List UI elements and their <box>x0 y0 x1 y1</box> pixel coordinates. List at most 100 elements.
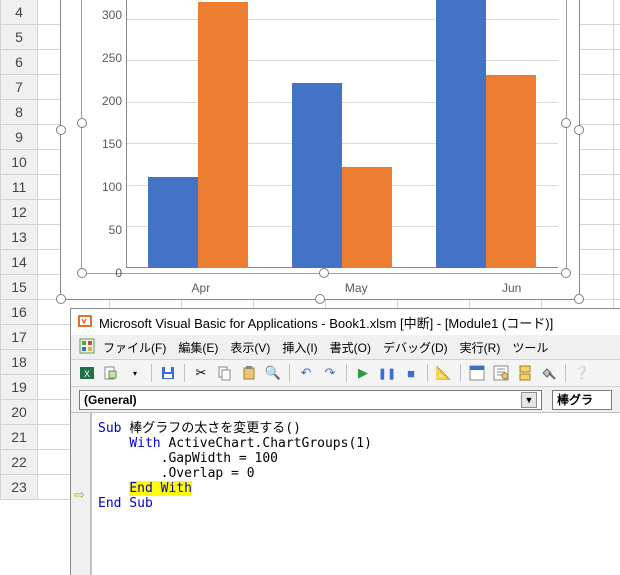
plot-handle[interactable] <box>319 268 329 278</box>
find-icon[interactable]: 🔍 <box>263 363 283 383</box>
object-dropdown-value: (General) <box>84 393 137 407</box>
menu-format[interactable]: 書式(O) <box>326 337 375 358</box>
menu-insert[interactable]: 挿入(I) <box>278 337 321 358</box>
plot-handle[interactable] <box>561 268 571 278</box>
resize-handle[interactable] <box>315 294 325 304</box>
bars-layer <box>126 0 558 268</box>
bar-group[interactable] <box>292 0 393 268</box>
code-text: 棒グラフの太さを変更する() <box>121 421 300 436</box>
plot-handle[interactable] <box>561 118 571 128</box>
row-header[interactable]: 13 <box>0 225 38 250</box>
bar-group[interactable] <box>436 0 537 268</box>
row-header[interactable]: 5 <box>0 25 38 50</box>
plot-handle[interactable] <box>77 118 87 128</box>
dropdown-arrow-icon[interactable]: ▼ <box>521 392 537 408</box>
y-tick-label: 200 <box>88 94 122 108</box>
bar[interactable] <box>148 177 198 268</box>
toolbox-icon[interactable] <box>539 363 559 383</box>
bar[interactable] <box>292 83 342 268</box>
project-explorer-icon[interactable] <box>467 363 487 383</box>
x-tick-label: Apr <box>192 281 211 295</box>
bar[interactable] <box>486 75 536 268</box>
vbe-toolbar: X ▾ ✂ 🔍 ↶ ↷ ▶ ❚❚ ■ 📐 ❔ <box>71 359 620 387</box>
vbe-window[interactable]: Microsoft Visual Basic for Applications … <box>70 308 620 575</box>
redo-icon[interactable]: ↷ <box>320 363 340 383</box>
row-header[interactable]: 21 <box>0 425 38 450</box>
row-header[interactable]: 9 <box>0 125 38 150</box>
row-header[interactable]: 10 <box>0 150 38 175</box>
run-icon[interactable]: ▶ <box>353 363 373 383</box>
toolbar-separator <box>151 364 152 382</box>
code-gutter[interactable]: ⇨ <box>71 413 91 575</box>
row-header[interactable]: 22 <box>0 450 38 475</box>
y-tick-label: 300 <box>88 8 122 22</box>
row-header[interactable]: 7 <box>0 75 38 100</box>
reset-icon[interactable]: ■ <box>401 363 421 383</box>
menu-run[interactable]: 実行(R) <box>456 337 505 358</box>
code-text: .GapWidth = 100 <box>98 451 278 466</box>
vbe-designer-icon[interactable] <box>79 338 95 357</box>
copy-icon[interactable] <box>215 363 235 383</box>
row-header-column: 4 5 6 7 8 9 10 11 12 13 14 15 16 17 18 1… <box>0 0 38 500</box>
vbe-menubar: ファイル(F) 編集(E) 表示(V) 挿入(I) 書式(O) デバッグ(D) … <box>71 335 620 359</box>
bar[interactable] <box>436 0 486 268</box>
toolbar-separator <box>460 364 461 382</box>
resize-handle[interactable] <box>56 125 66 135</box>
resize-handle[interactable] <box>56 294 66 304</box>
plot-handle[interactable] <box>77 268 87 278</box>
resize-handle[interactable] <box>574 125 584 135</box>
row-header[interactable]: 15 <box>0 275 38 300</box>
procedure-dropdown[interactable]: 棒グラ <box>552 390 612 410</box>
bar-group[interactable] <box>148 0 249 268</box>
keyword-highlighted: End With <box>129 481 192 496</box>
bar[interactable] <box>342 167 392 268</box>
row-header[interactable]: 18 <box>0 350 38 375</box>
execution-pointer-icon: ⇨ <box>74 487 85 503</box>
object-dropdown[interactable]: (General) ▼ <box>79 390 542 410</box>
chart-object[interactable]: 0 50 100 150 200 250 300 350 Apr May Jun <box>60 0 580 300</box>
y-tick-label: 100 <box>88 180 122 194</box>
paste-icon[interactable] <box>239 363 259 383</box>
y-tick-label: 250 <box>88 51 122 65</box>
code-editor[interactable]: Sub 棒グラフの太さを変更する() With ActiveChart.Char… <box>91 413 620 575</box>
design-mode-icon[interactable]: 📐 <box>434 363 454 383</box>
row-header[interactable]: 23 <box>0 475 38 500</box>
y-tick-label: 150 <box>88 137 122 151</box>
plot-area[interactable]: 0 50 100 150 200 250 300 350 <box>81 0 567 274</box>
x-tick-label: Jun <box>502 281 521 295</box>
toolbar-separator <box>427 364 428 382</box>
row-header[interactable]: 12 <box>0 200 38 225</box>
menu-file[interactable]: ファイル(F) <box>99 337 170 358</box>
toolbar-separator <box>346 364 347 382</box>
menu-debug[interactable]: デバッグ(D) <box>379 337 452 358</box>
procedure-dropdown-value: 棒グラ <box>557 391 593 408</box>
bar[interactable] <box>198 2 248 268</box>
row-header[interactable]: 11 <box>0 175 38 200</box>
row-header[interactable]: 19 <box>0 375 38 400</box>
menu-tool[interactable]: ツール <box>508 337 552 358</box>
break-icon[interactable]: ❚❚ <box>377 363 397 383</box>
x-tick-label: May <box>345 281 368 295</box>
save-icon[interactable] <box>158 363 178 383</box>
cut-icon[interactable]: ✂ <box>191 363 211 383</box>
help-icon[interactable]: ❔ <box>572 363 592 383</box>
row-header[interactable]: 4 <box>0 0 38 25</box>
menu-view[interactable]: 表示(V) <box>226 337 274 358</box>
row-header[interactable]: 6 <box>0 50 38 75</box>
row-header[interactable]: 20 <box>0 400 38 425</box>
resize-handle[interactable] <box>574 294 584 304</box>
code-text: ActiveChart.ChartGroups(1) <box>161 436 372 451</box>
row-header[interactable]: 8 <box>0 100 38 125</box>
row-header[interactable]: 14 <box>0 250 38 275</box>
row-header[interactable]: 17 <box>0 325 38 350</box>
dropdown-arrow-icon[interactable]: ▾ <box>125 363 145 383</box>
row-header[interactable]: 16 <box>0 300 38 325</box>
object-browser-icon[interactable] <box>515 363 535 383</box>
insert-module-icon[interactable] <box>101 363 121 383</box>
properties-icon[interactable] <box>491 363 511 383</box>
vbe-object-bar: (General) ▼ 棒グラ <box>71 387 620 413</box>
view-excel-icon[interactable]: X <box>77 363 97 383</box>
menu-edit[interactable]: 編集(E) <box>174 337 222 358</box>
vbe-titlebar[interactable]: Microsoft Visual Basic for Applications … <box>71 309 620 335</box>
undo-icon[interactable]: ↶ <box>296 363 316 383</box>
